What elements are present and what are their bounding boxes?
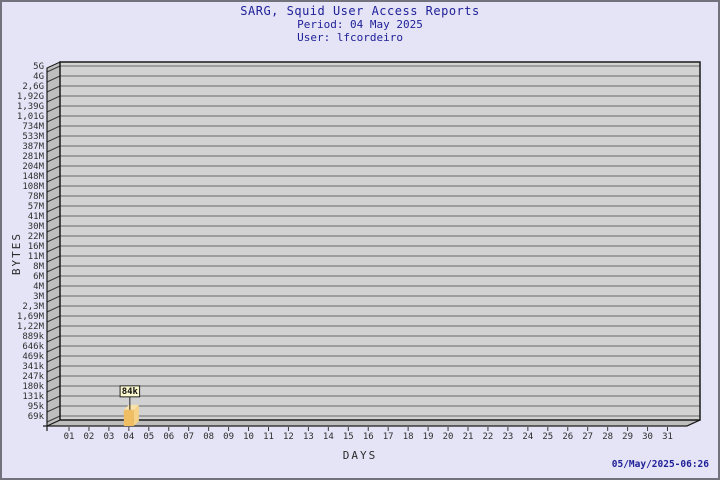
- x-tick-label: 06: [163, 432, 174, 442]
- chart-subheader: Period: 04 May 2025 User: lfcordeiro: [297, 18, 423, 44]
- x-tick-label: 29: [622, 432, 633, 442]
- y-axis-title: BYTES: [10, 232, 23, 275]
- y-tick-label: 469k: [22, 352, 44, 362]
- y-tick-label: 734M: [22, 122, 44, 132]
- y-tick-label: 1,39G: [17, 102, 44, 112]
- y-tick-label: 889k: [22, 332, 44, 342]
- x-tick-label: 17: [383, 432, 394, 442]
- y-tick-label: 1,22M: [17, 322, 45, 332]
- y-tick-label: 41M: [28, 212, 45, 222]
- x-tick-label: 13: [303, 432, 314, 442]
- chart-user: User: lfcordeiro: [297, 31, 423, 44]
- y-tick-label: 247k: [22, 372, 44, 382]
- y-tick-label: 4M: [33, 282, 44, 292]
- y-tick-label: 95k: [28, 402, 45, 412]
- chart-header: SARG, Squid User Access Reports Period: …: [2, 5, 718, 44]
- x-tick-label: 07: [183, 432, 194, 442]
- x-tick-label: 08: [203, 432, 214, 442]
- y-tick-label: 2,6G: [22, 82, 44, 92]
- bar-front-face: [124, 410, 134, 426]
- y-tick-label: 108M: [22, 182, 44, 192]
- x-tick-label: 30: [642, 432, 653, 442]
- y-tick-label: 78M: [28, 192, 45, 202]
- x-tick-label: 25: [542, 432, 553, 442]
- chart-period: Period: 04 May 2025: [297, 18, 423, 31]
- x-tick-label: 11: [263, 432, 274, 442]
- y-tick-label: 204M: [22, 162, 44, 172]
- x-tick-label: 12: [283, 432, 294, 442]
- y-tick-label: 1,01G: [17, 112, 44, 122]
- y-tick-label: 533M: [22, 132, 44, 142]
- x-tick-label: 02: [84, 432, 95, 442]
- y-tick-label: 180k: [22, 382, 44, 392]
- x-tick-label: 23: [502, 432, 513, 442]
- x-tick-label: 03: [103, 432, 114, 442]
- y-tick-label: 30M: [28, 222, 45, 232]
- y-tick-label: 646k: [22, 342, 44, 352]
- x-tick-label: 10: [243, 432, 254, 442]
- x-tick-label: 01: [64, 432, 75, 442]
- chart-canvas: 5G4G2,6G1,92G1,39G1,01G734M533M387M281M2…: [2, 2, 718, 478]
- sarg-report-window: SARG, Squid User Access Reports Period: …: [0, 0, 720, 480]
- x-tick-label: 05: [143, 432, 154, 442]
- y-tick-label: 5G: [33, 62, 44, 72]
- x-tick-label: 21: [463, 432, 474, 442]
- y-tick-label: 3M: [33, 292, 44, 302]
- x-tick-label: 27: [582, 432, 593, 442]
- x-tick-label: 16: [363, 432, 374, 442]
- y-tick-label: 148M: [22, 172, 44, 182]
- y-tick-label: 2,3M: [22, 302, 44, 312]
- x-tick-label: 22: [483, 432, 494, 442]
- generated-timestamp: 05/May/2025-06:26: [612, 459, 709, 470]
- y-tick-label: 22M: [28, 232, 45, 242]
- plot-floor: [47, 420, 700, 426]
- x-axis-title: DAYS: [2, 449, 718, 462]
- x-tick-label: 15: [343, 432, 354, 442]
- x-tick-label: 04: [123, 432, 134, 442]
- x-tick-label: 28: [602, 432, 613, 442]
- y-tick-label: 341k: [22, 362, 44, 372]
- x-tick-label: 09: [223, 432, 234, 442]
- value-annotation-label: 84k: [122, 387, 139, 397]
- y-tick-label: 281M: [22, 152, 44, 162]
- y-tick-label: 69k: [28, 412, 45, 422]
- y-tick-label: 1,92G: [17, 92, 44, 102]
- y-tick-label: 387M: [22, 142, 44, 152]
- y-tick-label: 16M: [28, 242, 45, 252]
- y-tick-label: 57M: [28, 202, 45, 212]
- x-tick-label: 31: [662, 432, 673, 442]
- y-tick-label: 11M: [28, 252, 45, 262]
- chart-title: SARG, Squid User Access Reports: [2, 5, 718, 18]
- x-tick-label: 18: [403, 432, 414, 442]
- y-tick-label: 131k: [22, 392, 44, 402]
- x-tick-label: 14: [323, 432, 334, 442]
- x-tick-label: 19: [423, 432, 434, 442]
- y-tick-label: 8M: [33, 262, 44, 272]
- x-tick-label: 20: [443, 432, 454, 442]
- y-tick-label: 4G: [33, 72, 44, 82]
- x-tick-label: 26: [562, 432, 573, 442]
- x-tick-label: 24: [522, 432, 533, 442]
- y-tick-label: 6M: [33, 272, 44, 282]
- y-tick-label: 1,69M: [17, 312, 45, 322]
